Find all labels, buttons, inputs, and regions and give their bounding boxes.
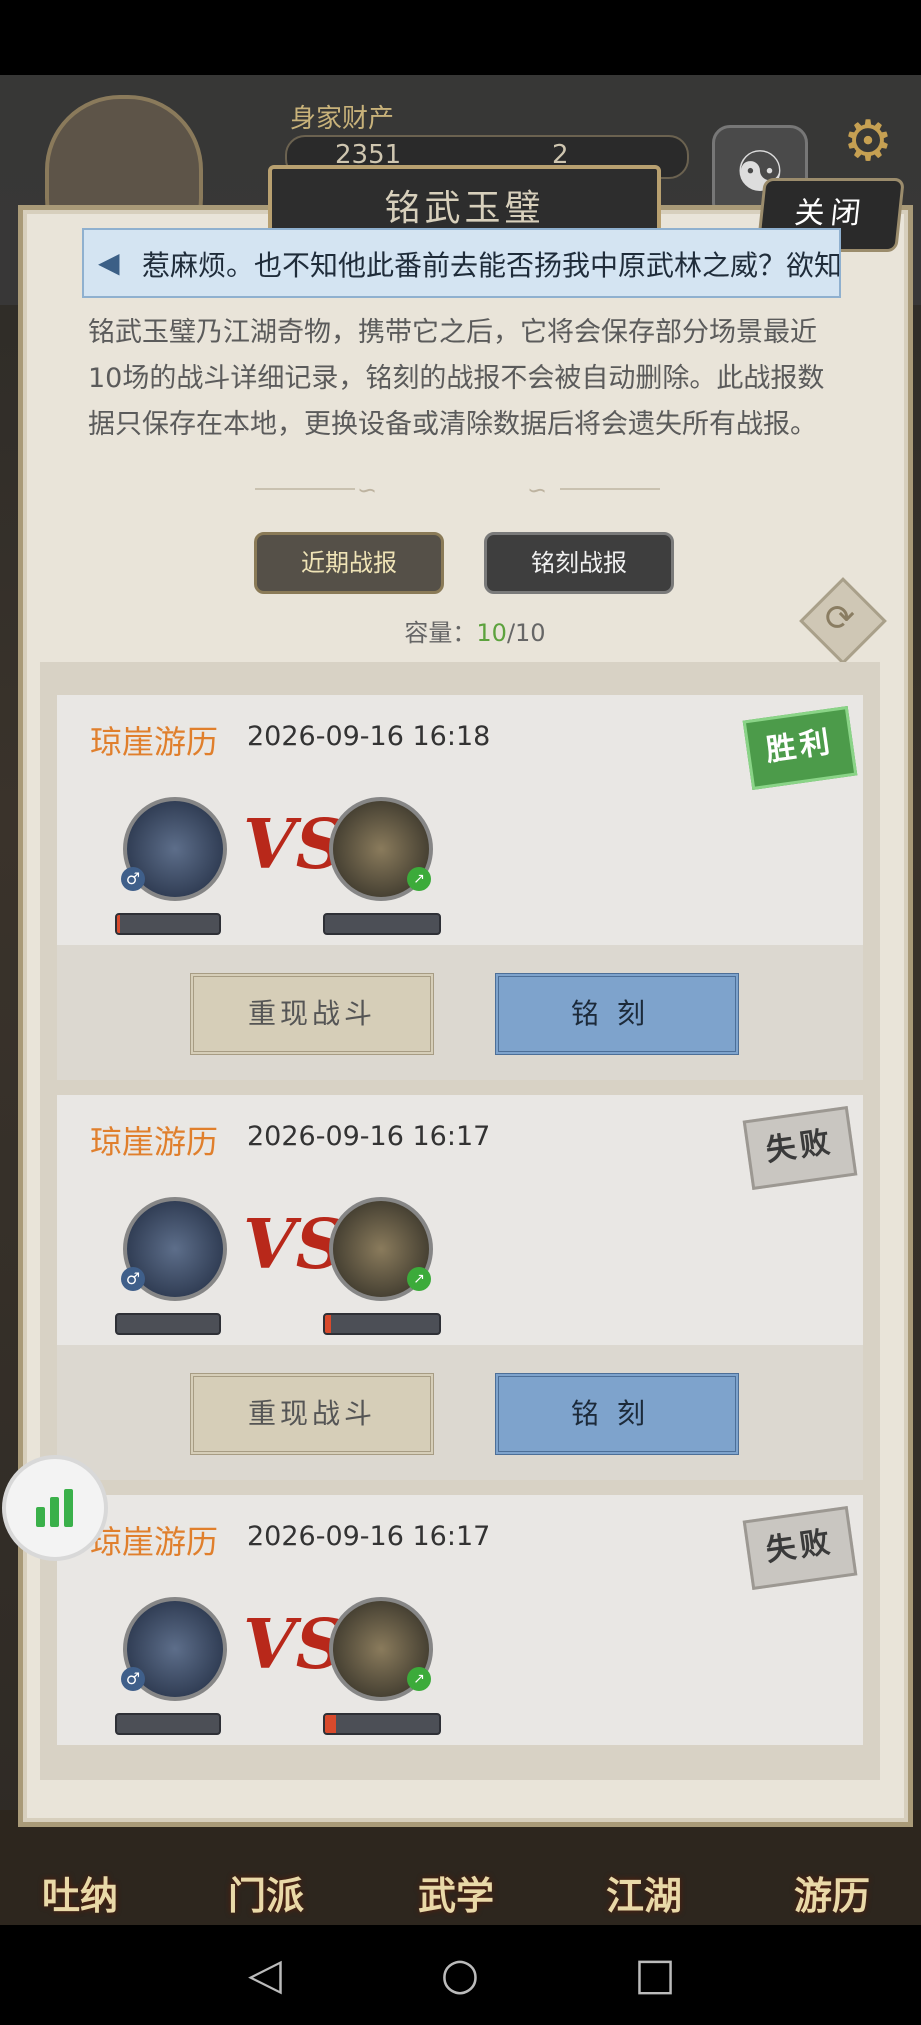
marquee-text: 惹麻烦。也不知他此番前去能否扬我中原武林之威？欲知后 [142,249,841,282]
capacity-total: /10 [506,619,546,647]
nav-item-tuna[interactable]: 吐纳 [42,1865,118,1920]
battle-card-actions [57,945,863,1080]
battle-time: 2026-09-16 16:17 [247,1121,491,1152]
battle-time: 2026-09-16 16:17 [247,1521,491,1552]
player-hp-fill [117,915,121,933]
back-icon[interactable]: ◁ [240,1950,290,2000]
battle-card: 琼崖游历 2026-09-16 16:17 失败 ♂ VS ↗ 重现战斗 铭刻 [57,1095,863,1480]
announcement-marquee: ◀ 惹麻烦。也不知他此番前去能否扬我中原武林之威？欲知后 [82,228,841,298]
divider-ornament-right: ∽ [527,476,548,504]
refresh-icon: ⟳ [824,598,856,639]
replay-battle-button[interactable]: 重现战斗 [190,1373,434,1455]
bar-chart-icon [36,1507,45,1527]
engrave-button[interactable]: 铭刻 [495,1373,739,1455]
capacity-used: 10 [476,619,507,647]
bar-chart-icon [50,1497,59,1527]
sword-badge-icon: ↗ [407,1267,431,1291]
opponent-hp-bar [323,1713,441,1735]
player-hp-bar [115,913,221,935]
opponent-hp-bar [323,913,441,935]
nav-item-jianghu[interactable]: 江湖 [606,1865,682,1920]
nav-item-menpai[interactable]: 门派 [228,1865,304,1920]
tab-recent-reports[interactable]: 近期战报 [254,532,444,594]
battle-time: 2026-09-16 16:18 [247,721,491,752]
battle-result-stamp: 胜利 [742,705,858,791]
opponent-hp-fill [325,1715,337,1733]
male-icon: ♂ [121,1667,145,1691]
tab-engraved-reports[interactable]: 铭刻战报 [484,532,674,594]
divider-left [255,488,355,490]
battle-result-stamp: 失败 [742,1505,858,1591]
megaphone-icon: ◀ [98,246,120,279]
floating-stats-button[interactable] [2,1455,108,1561]
wealth-label: 身家财产 [290,104,395,134]
engrave-button[interactable]: 铭刻 [495,973,739,1055]
player-hp-bar [115,1713,221,1735]
battle-result-stamp: 失败 [742,1105,858,1191]
nav-item-youli[interactable]: 游历 [794,1865,870,1920]
opponent-hp-bar [323,1313,441,1335]
capacity-indicator: 容量：10/10 [360,613,590,648]
status-bar [0,0,921,75]
male-icon: ♂ [121,1267,145,1291]
battle-card: 琼崖游历 2026-09-16 16:17 失败 ♂ VS ↗ [57,1495,863,1765]
bar-chart-icon [64,1489,73,1527]
player-hp-bar [115,1313,221,1335]
sword-badge-icon: ↗ [407,1667,431,1691]
battle-card-actions [57,1345,863,1480]
home-icon[interactable]: ○ [435,1950,485,2000]
divider-ornament-left: ∽ [357,476,378,504]
dialog-description: 铭武玉璧乃江湖奇物，携带它之后，它将会保存部分场景最近10场的战斗详细记录，铭刻… [88,317,825,440]
battle-location: 琼崖游历 [90,1523,219,1561]
recents-icon[interactable]: □ [630,1950,680,2000]
nav-item-wuxue[interactable]: 武学 [418,1865,494,1920]
capacity-label: 容量： [404,619,477,647]
battle-location: 琼崖游历 [90,1123,219,1161]
opponent-hp-fill [325,1315,331,1333]
gear-icon[interactable]: ⚙ [838,112,898,172]
male-icon: ♂ [121,867,145,891]
sword-badge-icon: ↗ [407,867,431,891]
replay-battle-button[interactable]: 重现战斗 [190,973,434,1055]
divider-right [560,488,660,490]
battle-card: 琼崖游历 2026-09-16 16:18 胜利 ♂ VS ↗ 重现战斗 铭刻 [57,695,863,1080]
battle-location: 琼崖游历 [90,723,219,761]
